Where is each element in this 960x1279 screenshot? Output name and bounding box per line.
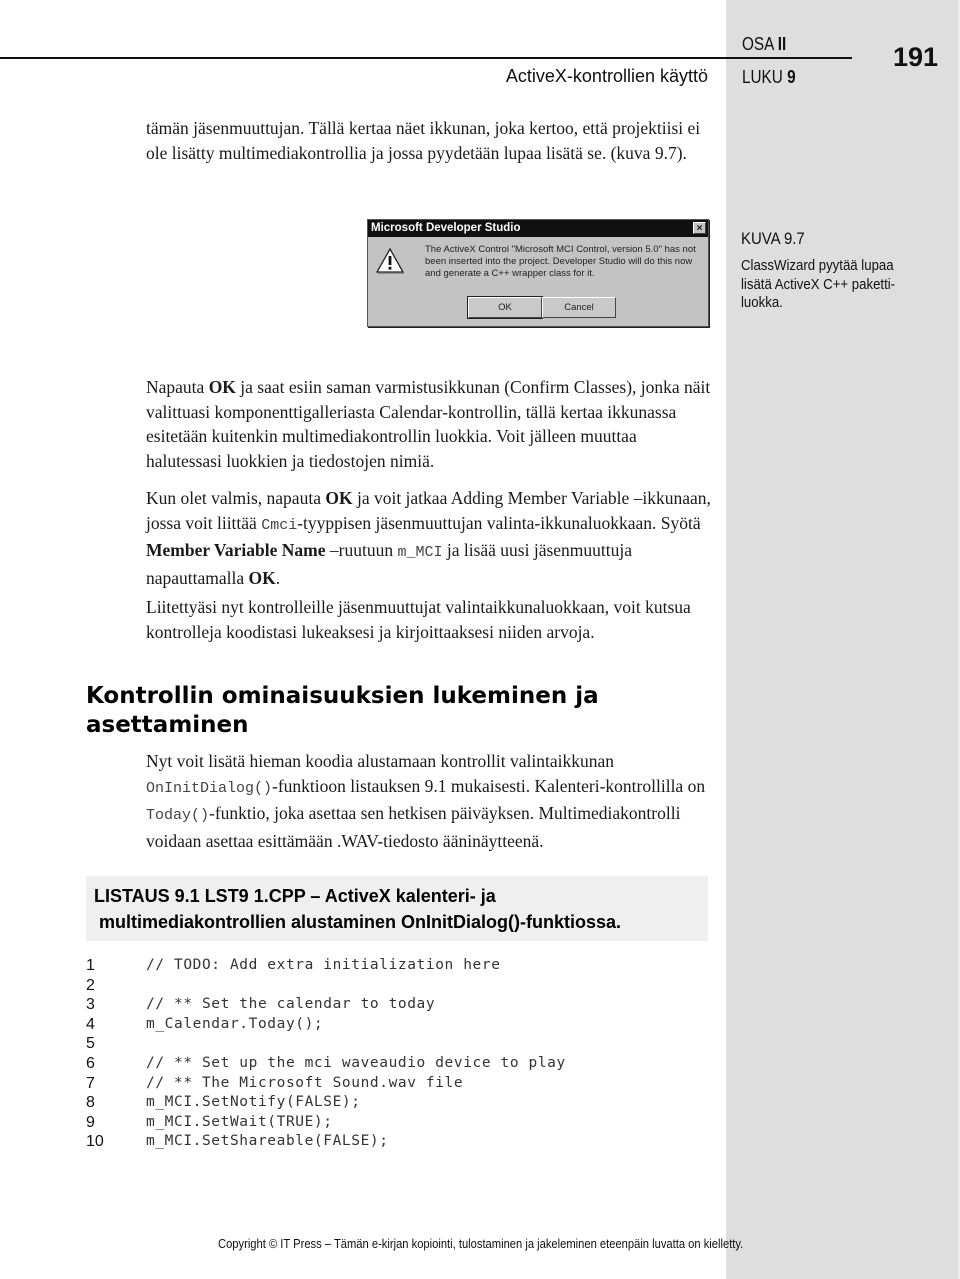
- chapter-number: 9: [787, 67, 796, 87]
- bold-ok: OK: [208, 377, 236, 397]
- text-run: -funktioon listauksen 9.1 mukaisesti. Ka…: [272, 775, 706, 796]
- code-cmci: Cmci: [261, 516, 298, 534]
- code-text: // TODO: Add extra initialization here: [146, 957, 501, 973]
- text-run: -funktio, joka asettaa sen hetkisen päiv…: [146, 803, 681, 851]
- line-number: 5: [86, 1035, 95, 1053]
- dialog-title: Microsoft Developer Studio: [371, 222, 521, 234]
- cancel-button[interactable]: Cancel: [542, 297, 616, 318]
- paragraph-intro: tämän jäsenmuuttujan. Tällä kertaa näet …: [146, 118, 701, 163]
- text-run: –ruutuun: [325, 540, 398, 560]
- listing-title-line1: LISTAUS 9.1 LST9 1.CPP – ActiveX kalente…: [94, 886, 496, 906]
- paragraph-confirm-classes: Napauta OK ja saat esiin saman varmistus…: [146, 375, 716, 473]
- line-number: 10: [86, 1133, 104, 1151]
- text-run: -tyyppisen jäsenmuuttujan valinta-ikkuna…: [297, 512, 701, 533]
- listing-title-line2: multimediakontrollien alustaminen OnInit…: [99, 912, 622, 932]
- code-text: m_MCI.SetNotify(FALSE);: [146, 1094, 361, 1111]
- line-number: 2: [86, 976, 95, 994]
- chapter-label: LUKU 9: [742, 67, 796, 88]
- code-text: // ** The Microsoft Sound.wav file: [146, 1074, 464, 1091]
- dialog-titlebar: Microsoft Developer Studio ×: [368, 220, 708, 237]
- line-number: 8: [86, 1094, 95, 1112]
- dialog-message: The ActiveX Control "Microsoft MCI Contr…: [425, 244, 696, 279]
- part-label-text: OSA: [742, 34, 774, 54]
- close-icon[interactable]: ×: [693, 222, 706, 234]
- bold-member-variable-name: Member Variable Name: [146, 540, 326, 560]
- text-run: Napauta: [146, 377, 209, 397]
- figure-caption: ClassWizard pyytää lupaa lisätä ActiveX …: [741, 257, 896, 311]
- text-run: Kun olet valmis, napauta: [146, 488, 326, 508]
- part-number: II: [777, 34, 787, 54]
- code-text: m_Calendar.Today();: [146, 1015, 324, 1032]
- page-number: 191: [893, 42, 939, 72]
- line-number: 3: [86, 996, 95, 1014]
- code-today: Today(): [146, 807, 210, 824]
- copyright-footer: Copyright © IT Press – Tämän e-kirjan ko…: [218, 1236, 744, 1251]
- line-number: 1: [86, 957, 95, 974]
- paragraph-member-variable: Kun olet valmis, napauta OK ja voit jatk…: [146, 486, 716, 590]
- part-label: OSA II: [742, 34, 786, 55]
- margin-sidebar: [726, 0, 958, 1279]
- code-oninitdialog: OnInitDialog(): [146, 779, 273, 797]
- line-number: 7: [86, 1074, 95, 1092]
- paragraph-oninitdialog: Nyt voit lisätä hieman koodia alustamaan…: [146, 749, 711, 853]
- code-m-mci: m_MCI: [397, 544, 443, 561]
- bold-ok: OK: [248, 567, 276, 588]
- running-title: ActiveX-kontrollien käyttö: [505, 66, 708, 86]
- code-text: m_MCI.SetWait(TRUE);: [146, 1113, 333, 1130]
- text-run: Nyt voit lisätä hieman koodia alustamaan…: [146, 751, 615, 771]
- code-text: // ** Set up the mci waveaudio device to…: [146, 1054, 566, 1071]
- ok-button[interactable]: OK: [467, 296, 543, 319]
- figure-label: KUVA 9.7: [741, 229, 805, 248]
- code-text: m_MCI.SetShareable(FALSE);: [146, 1133, 389, 1150]
- line-number: 6: [86, 1054, 95, 1072]
- header-rule: [0, 57, 852, 59]
- code-text: // ** Set the calendar to today: [146, 996, 436, 1013]
- warning-icon: [376, 248, 404, 274]
- line-number: 4: [86, 1015, 95, 1033]
- listing-title: LISTAUS 9.1 LST9 1.CPP – ActiveX kalente…: [94, 883, 714, 935]
- text-run: .: [275, 567, 281, 588]
- section-heading: Kontrollin ominaisuuksien lukeminen ja a…: [86, 683, 599, 738]
- chapter-label-text: LUKU: [742, 67, 783, 87]
- developer-studio-dialog: Microsoft Developer Studio × The ActiveX…: [367, 219, 709, 327]
- line-number: 9: [86, 1113, 95, 1131]
- bold-ok: OK: [325, 488, 353, 508]
- paragraph-summary: Liitettyäsi nyt kontrolleille jäsenmuutt…: [146, 597, 691, 642]
